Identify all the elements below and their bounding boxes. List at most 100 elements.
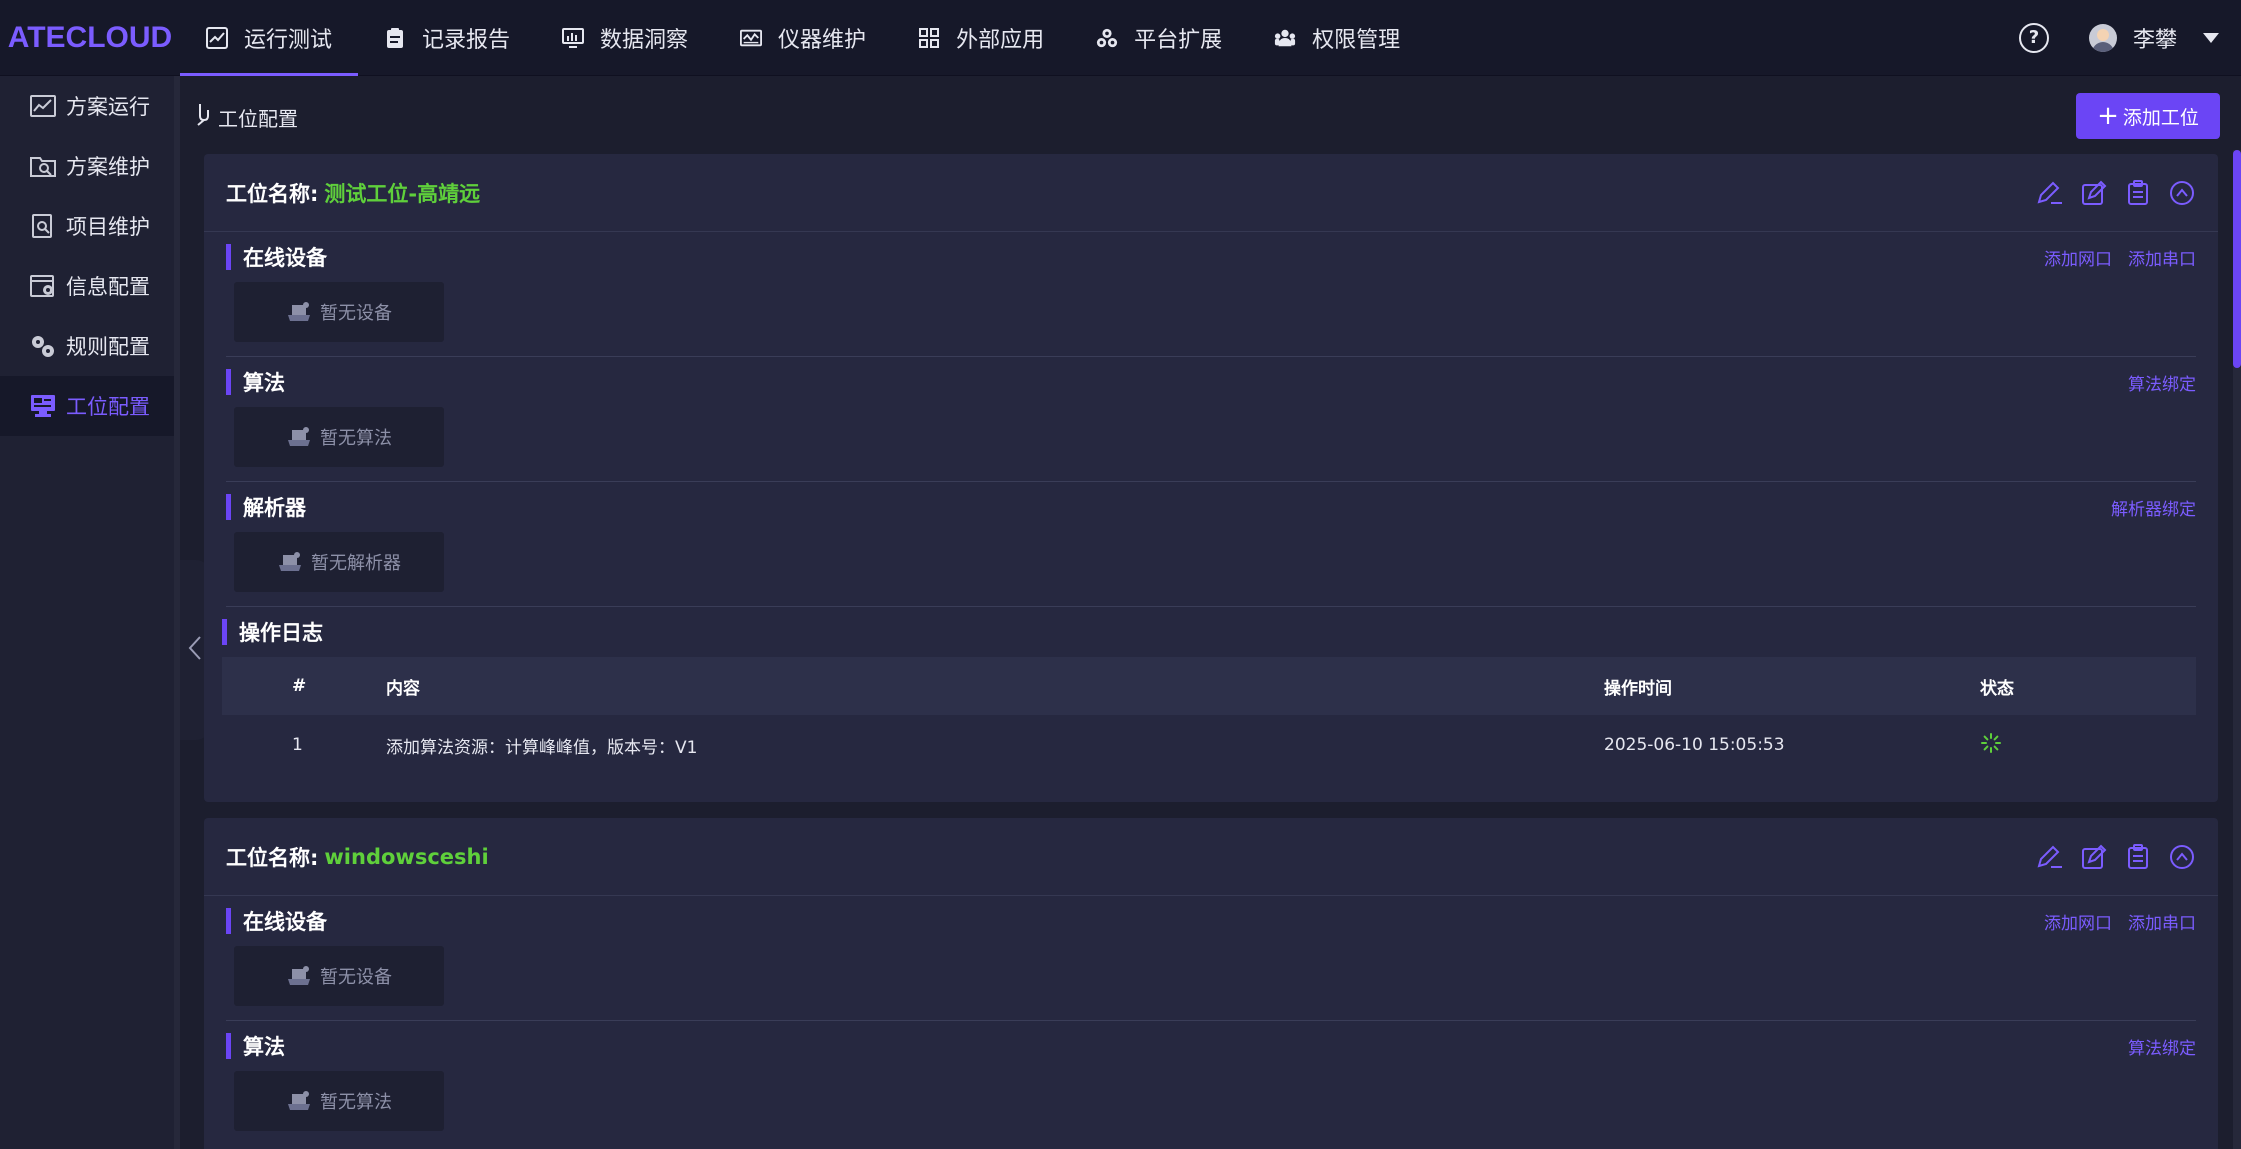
empty-text: 暂无算法 — [320, 1092, 392, 1113]
sidebar-item-plan-run[interactable]: 方案运行 — [0, 76, 174, 136]
section-marker — [226, 494, 231, 520]
nav-item-data-insight[interactable]: 数据洞察 — [536, 0, 714, 76]
empty-box-icon — [286, 426, 312, 448]
clipboard-icon[interactable] — [2124, 179, 2152, 207]
cubes-icon — [1096, 27, 1118, 49]
user-area: ? 李攀 — [2018, 0, 2241, 76]
log-content: 添加算法资源：计算峰峰值，版本号：V1 — [386, 737, 698, 758]
empty-text: 暂无解析器 — [311, 553, 401, 574]
nav-item-reports[interactable]: 记录报告 — [358, 0, 536, 76]
sidebar-item-label: 规则配置 — [66, 335, 150, 359]
station-card: 工位名称: windowsceshi 在线设备 添加网口 添加串口 暂无设备 算… — [204, 818, 2218, 1149]
tuning-fork-icon — [194, 102, 212, 132]
empty-box-icon — [286, 965, 312, 987]
add-serial-port-link[interactable]: 添加串口 — [2128, 909, 2196, 934]
sidebar-item-label: 项目维护 — [66, 215, 150, 239]
sidebar-item-plan-maintain[interactable]: 方案维护 — [0, 136, 174, 196]
sidebar-item-project-maintain[interactable]: 项目维护 — [0, 196, 174, 256]
chevron-down-icon[interactable] — [2203, 32, 2219, 43]
external-edit-icon[interactable] — [2080, 843, 2108, 871]
nav-item-instrument[interactable]: 仪器维护 — [714, 0, 892, 76]
bind-parser-link[interactable]: 解析器绑定 — [2111, 495, 2196, 520]
log-time: 2025-06-10 15:05:53 — [1604, 735, 1785, 755]
section-title: 在线设备 — [243, 910, 327, 934]
table-header-row: # 内容 操作时间 状态 — [222, 657, 2196, 715]
nav-item-permissions[interactable]: 权限管理 — [1248, 0, 1426, 76]
col-index: # — [222, 657, 386, 715]
help-icon[interactable]: ? — [2018, 22, 2049, 53]
add-serial-port-link[interactable]: 添加串口 — [2128, 245, 2196, 270]
instrument-icon — [740, 27, 763, 49]
empty-text: 暂无设备 — [320, 967, 392, 988]
section-online-devices: 在线设备 添加网口 添加串口 暂无设备 — [226, 896, 2196, 1021]
station-name-label: 工位名称: — [226, 181, 319, 206]
empty-devices: 暂无设备 — [234, 282, 444, 342]
nav-item-external-apps[interactable]: 外部应用 — [892, 0, 1070, 76]
user-name[interactable]: 李攀 — [2133, 22, 2177, 54]
empty-box-icon — [286, 301, 312, 323]
bind-algorithm-link[interactable]: 算法绑定 — [2128, 370, 2196, 395]
station-card-header: 工位名称: windowsceshi — [204, 818, 2218, 896]
nav-item-label: 运行测试 — [244, 27, 333, 53]
col-time: 操作时间 — [1604, 657, 1980, 715]
edit-icon[interactable] — [2036, 179, 2064, 207]
collapse-up-icon[interactable] — [2168, 843, 2196, 871]
sidebar-item-label: 工位配置 — [66, 395, 150, 419]
page-scrollbar[interactable] — [2233, 150, 2241, 1149]
breadcrumb-label: 工位配置 — [218, 106, 298, 131]
station-tools — [2020, 179, 2196, 207]
section-online-devices: 在线设备 添加网口 添加串口 暂无设备 — [226, 232, 2196, 357]
sidebar-item-info-config[interactable]: 信息配置 — [0, 256, 174, 316]
section-marker — [226, 1033, 231, 1059]
station-name: windowsceshi — [324, 844, 489, 869]
nav-item-label: 记录报告 — [422, 27, 511, 53]
section-marker — [226, 244, 231, 270]
app-logo[interactable]: ATECLOUD — [0, 0, 180, 76]
section-parser: 解析器 解析器绑定 暂无解析器 — [226, 482, 2196, 607]
top-navbar: ATECLOUD 运行测试 记录报告 数据洞察 仪器维护 外部应用 平台扩展 权… — [0, 0, 2241, 76]
add-station-label: 添加工位 — [2122, 106, 2199, 129]
external-edit-icon[interactable] — [2080, 179, 2108, 207]
line-chart-icon — [206, 26, 228, 49]
breadcrumb: 工位配置 — [194, 102, 298, 132]
col-content: 内容 — [386, 657, 1604, 715]
scrollbar-thumb[interactable] — [2233, 150, 2241, 368]
section-title: 算法 — [243, 371, 285, 395]
clipboard-icon[interactable] — [2124, 843, 2152, 871]
sidebar-item-station-config[interactable]: 工位配置 — [0, 376, 174, 436]
document-search-icon — [30, 214, 56, 238]
add-network-port-link[interactable]: 添加网口 — [2044, 245, 2112, 270]
avatar[interactable] — [2088, 23, 2117, 52]
sidebar-item-rule-config[interactable]: 规则配置 — [0, 316, 174, 376]
log-table: # 内容 操作时间 状态 1 添加算法资源：计算峰峰值，版本号：V1 2025-… — [222, 657, 2196, 775]
sidebar-item-label: 方案维护 — [66, 155, 150, 179]
nav-item-platform-ext[interactable]: 平台扩展 — [1070, 0, 1248, 76]
col-status: 状态 — [1980, 657, 2196, 715]
sidebar-item-label: 信息配置 — [66, 275, 150, 299]
add-network-port-link[interactable]: 添加网口 — [2044, 909, 2112, 934]
log-index: 1 — [292, 735, 303, 755]
section-title: 解析器 — [243, 496, 306, 520]
grid-icon — [918, 27, 940, 49]
monitor-chart-icon — [562, 27, 585, 49]
folder-search-icon — [30, 154, 56, 178]
edit-icon[interactable] — [2036, 843, 2064, 871]
section-marker — [226, 369, 231, 395]
loading-spinner-icon — [1980, 732, 2002, 759]
users-icon — [1274, 27, 1296, 49]
add-station-button[interactable]: + 添加工位 — [2076, 93, 2220, 139]
sidebar-item-label: 方案运行 — [66, 95, 150, 119]
bind-algorithm-link[interactable]: 算法绑定 — [2128, 1034, 2196, 1059]
empty-algorithms: 暂无算法 — [234, 1071, 444, 1131]
settings-window-icon — [30, 274, 56, 298]
station-card: 工位名称: 测试工位-高靖远 在线设备 添加网口 添加串口 暂无设备 算法 算法… — [204, 154, 2218, 802]
nav-item-run-test[interactable]: 运行测试 — [180, 0, 359, 76]
collapse-up-icon[interactable] — [2168, 179, 2196, 207]
chart-window-icon — [30, 94, 56, 118]
nav-item-label: 平台扩展 — [1134, 27, 1223, 53]
empty-text: 暂无算法 — [320, 428, 392, 449]
section-title: 算法 — [243, 1035, 285, 1059]
empty-text: 暂无设备 — [320, 303, 392, 324]
station-name: 测试工位-高靖远 — [324, 181, 481, 206]
station-tools — [2020, 843, 2196, 871]
